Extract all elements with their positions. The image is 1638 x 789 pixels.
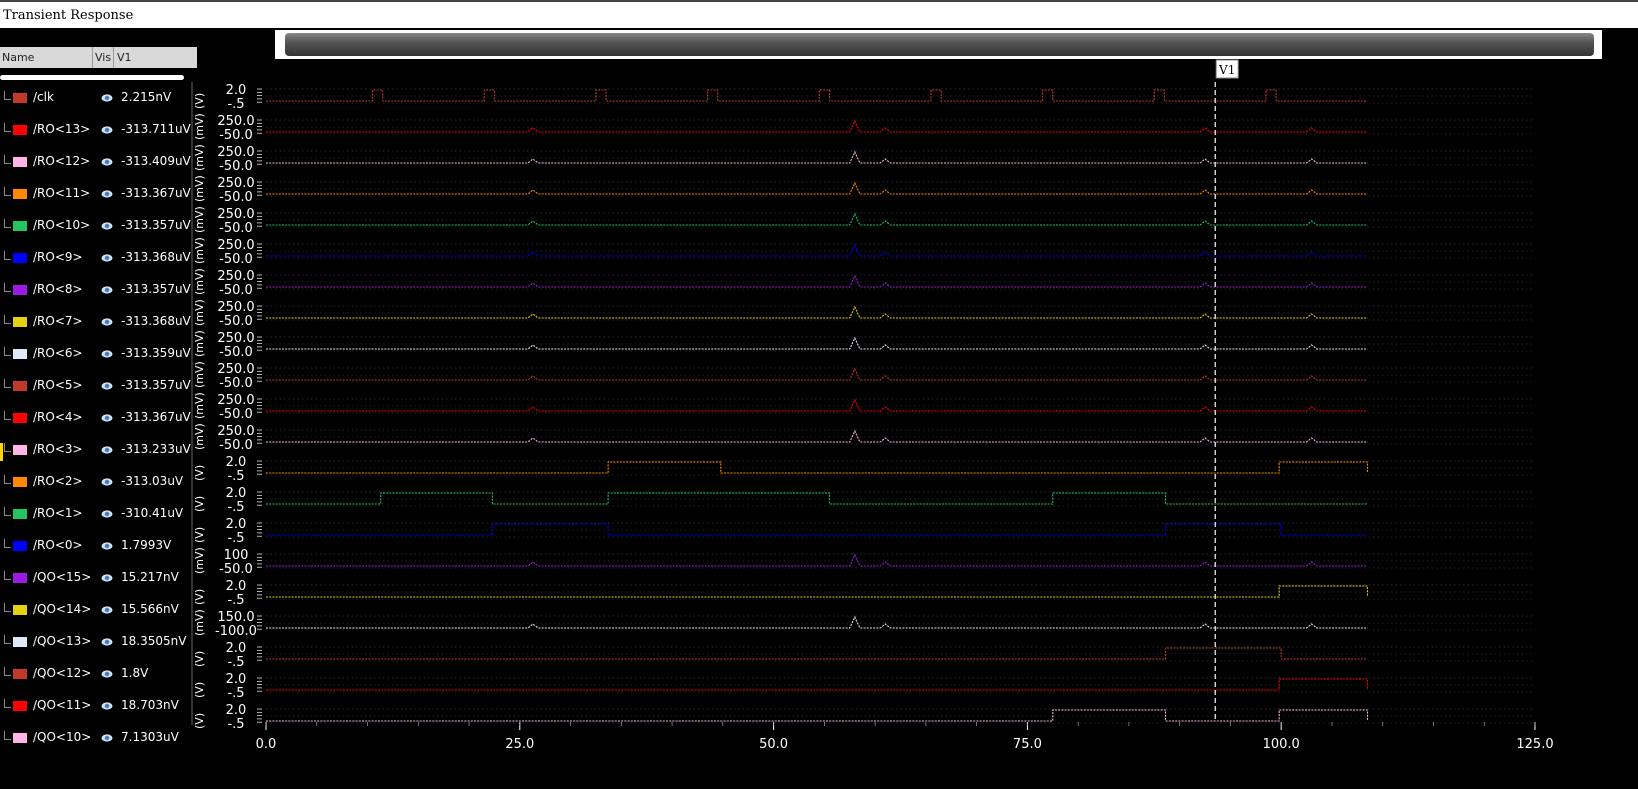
- y-tick-label-bottom: -100.0: [215, 624, 257, 639]
- y-unit-label: (V): [193, 93, 206, 109]
- y-tick-label-top: 250.0: [217, 238, 254, 253]
- y-tick-label-top: 250.0: [217, 300, 254, 315]
- y-tick-label-top: 2.0: [226, 455, 247, 470]
- y-tick-label-top: 2.0: [226, 672, 247, 687]
- x-tick-label: 0.0: [256, 737, 277, 752]
- y-tick-label-top: 250.0: [217, 176, 254, 191]
- y-unit-label: (mV): [193, 175, 206, 202]
- waveform-trace: [266, 212, 1368, 226]
- waveform-trace: [266, 119, 1368, 133]
- y-tick-label-top: 2.0: [226, 83, 247, 98]
- y-unit-label: (mV): [193, 268, 206, 295]
- y-tick-label-bottom: -.5: [227, 531, 244, 546]
- y-tick-label-bottom: -50.0: [219, 376, 253, 391]
- waveform-trace: [266, 709, 1369, 722]
- y-tick-label-top: 250.0: [217, 207, 254, 222]
- y-unit-label: (mV): [193, 299, 206, 326]
- y-tick-label-bottom: -50.0: [219, 314, 253, 329]
- y-unit-label: (mV): [193, 144, 206, 171]
- y-tick-label-bottom: -.5: [227, 655, 244, 670]
- y-unit-label: (mV): [193, 206, 206, 233]
- y-tick-label-bottom: -50.0: [219, 283, 253, 298]
- y-tick-label-top: 2.0: [226, 641, 247, 656]
- y-tick-label-top: 250.0: [217, 362, 254, 377]
- waveform-trace: [266, 89, 1368, 102]
- x-tick-label: 100.0: [1263, 737, 1300, 752]
- y-tick-label-top: 250.0: [217, 269, 254, 284]
- x-tick-label: 25.0: [505, 737, 534, 752]
- y-tick-label-top: 2.0: [226, 703, 247, 718]
- y-tick-label-bottom: -50.0: [219, 221, 253, 236]
- y-tick-label-bottom: -50.0: [219, 407, 253, 422]
- y-tick-label-top: 100: [224, 548, 249, 563]
- y-tick-label-top: 250.0: [217, 331, 254, 346]
- x-tick-label: 75.0: [1013, 737, 1042, 752]
- y-tick-label-top: 250.0: [217, 145, 254, 160]
- waveform-trace: [266, 461, 1369, 474]
- y-unit-label: (mV): [193, 330, 206, 357]
- y-tick-label-top: 150.0: [217, 610, 254, 625]
- y-tick-label-bottom: -50.0: [219, 562, 253, 577]
- y-tick-label-bottom: -50.0: [219, 252, 253, 267]
- y-tick-label-top: 2.0: [226, 579, 247, 594]
- x-tick-label: 125.0: [1516, 737, 1553, 752]
- y-unit-label: (V): [193, 465, 206, 481]
- waveform-trace: [266, 647, 1368, 660]
- y-unit-label: (mV): [193, 361, 206, 388]
- cursor-label: V1: [1218, 63, 1235, 77]
- y-unit-label: (V): [193, 682, 206, 698]
- waveform-trace: [266, 367, 1368, 381]
- waveform-plot[interactable]: (V)2.0-.5(mV) 250.0-50.0(mV) 250.0-50.0(mV…: [0, 0, 1638, 789]
- y-tick-label-bottom: -.5: [227, 97, 244, 112]
- y-unit-label: (mV): [193, 237, 206, 264]
- y-tick-label-bottom: -.5: [227, 469, 244, 484]
- y-tick-label-bottom: -.5: [227, 686, 244, 701]
- y-unit-label: (V): [193, 527, 206, 543]
- y-unit-label: (V): [193, 589, 206, 605]
- waveform-trace: [266, 150, 1368, 164]
- x-tick-label: 50.0: [759, 737, 788, 752]
- y-tick-label-bottom: -.5: [227, 717, 244, 732]
- waveform-trace: [266, 615, 1368, 629]
- y-unit-label: (V): [193, 651, 206, 667]
- y-tick-label-bottom: -.5: [227, 500, 244, 515]
- y-unit-label: (mV): [193, 113, 206, 140]
- y-unit-label: (V): [193, 713, 206, 729]
- waveform-trace: [266, 305, 1368, 319]
- waveform-trace: [266, 492, 1368, 505]
- y-unit-label: (mV): [193, 423, 206, 450]
- waveform-trace: [266, 585, 1369, 598]
- waveform-trace: [266, 523, 1368, 536]
- y-unit-label: (mV): [193, 609, 206, 636]
- waveform-trace: [266, 274, 1368, 288]
- waveform-trace: [266, 678, 1369, 691]
- y-tick-label-top: 250.0: [217, 424, 254, 439]
- y-tick-label-bottom: -50.0: [219, 345, 253, 360]
- y-tick-label-top: 2.0: [226, 517, 247, 532]
- waveform-trace: [266, 398, 1368, 412]
- waveform-trace: [266, 243, 1368, 257]
- y-tick-label-bottom: -50.0: [219, 128, 253, 143]
- y-tick-label-top: 250.0: [217, 393, 254, 408]
- waveform-trace: [266, 336, 1368, 350]
- waveform-trace: [266, 553, 1368, 567]
- y-tick-label-bottom: -.5: [227, 593, 244, 608]
- y-tick-label-bottom: -50.0: [219, 159, 253, 174]
- waveform-trace: [266, 181, 1368, 195]
- y-tick-label-top: 250.0: [217, 114, 254, 129]
- y-unit-label: (mV): [193, 547, 206, 574]
- y-unit-label: (mV): [193, 392, 206, 419]
- waveform-trace: [266, 429, 1368, 443]
- y-unit-label: (V): [193, 496, 206, 512]
- y-tick-label-top: 2.0: [226, 486, 247, 501]
- y-tick-label-bottom: -50.0: [219, 438, 253, 453]
- y-tick-label-bottom: -50.0: [219, 190, 253, 205]
